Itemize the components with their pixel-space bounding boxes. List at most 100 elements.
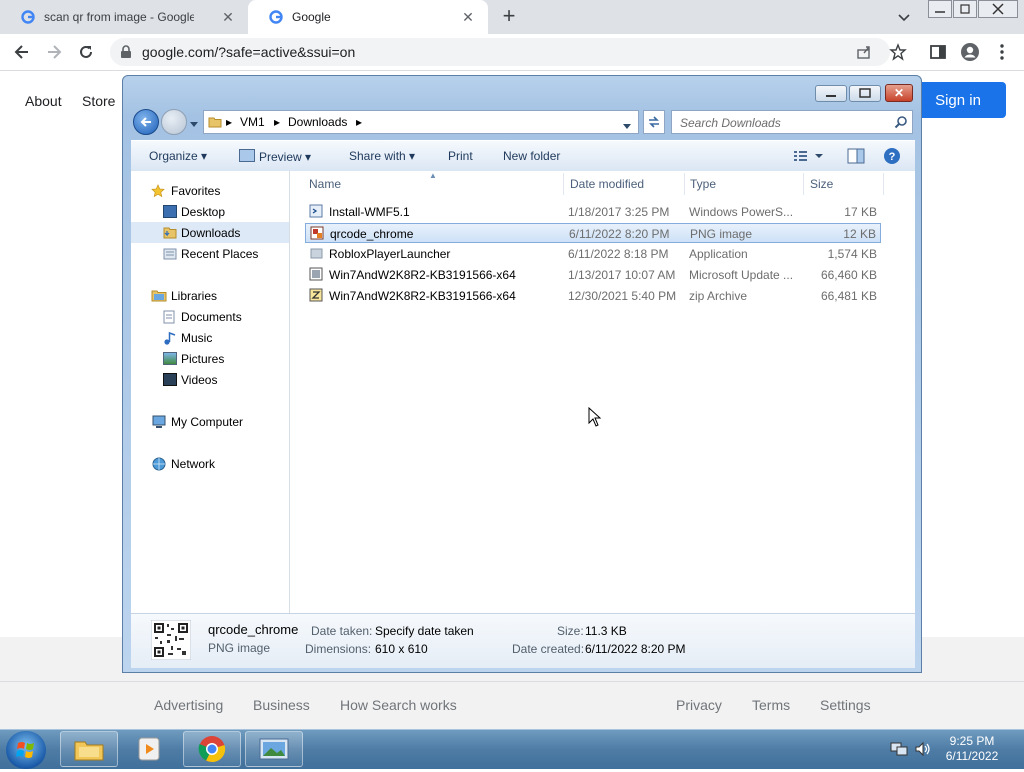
nav-libraries-label: Libraries [171,288,218,303]
profile-avatar-icon[interactable] [958,40,982,64]
breadcrumb[interactable]: ▸ VM1 ▸ Downloads ▸ [203,110,639,134]
forward-arrow-icon[interactable] [42,40,66,64]
nav-recent-places[interactable]: Recent Places [131,243,289,264]
sort-ascending-icon: ▲ [429,171,437,180]
details-date-taken-value[interactable]: Specify date taken [375,624,474,638]
column-header-type[interactable]: Type [690,177,716,191]
file-row[interactable]: Win7AndW2K8R2-KB3191566-x64 12/30/2021 5:… [305,286,881,306]
file-type: PNG image [690,227,753,241]
nav-videos[interactable]: Videos [131,369,289,390]
nav-favorites[interactable]: Favorites [131,180,289,201]
search-icon[interactable] [894,115,908,132]
file-size: 66,481 KB [820,289,877,303]
file-row[interactable]: Install-WMF5.1 1/18/2017 3:25 PM Windows P… [305,202,881,222]
windows-logo-icon [16,742,34,758]
about-link[interactable]: About [25,93,62,109]
system-clock[interactable]: 9:25 PM 6/11/2022 [942,734,1002,764]
refresh-icon[interactable] [643,110,665,134]
nav-downloads[interactable]: Downloads [131,222,289,243]
start-button[interactable] [6,731,46,769]
library-icon [151,289,167,302]
tab-search-results[interactable]: scan qr from image - Google Sea ✕ [0,0,248,34]
bookmark-star-icon[interactable] [886,40,910,64]
breadcrumb-downloads[interactable]: Downloads [288,115,347,129]
zip-icon [309,288,323,302]
file-row[interactable]: Win7AndW2K8R2-KB3191566-x64 1/13/2017 10:… [305,265,881,285]
tab-google[interactable]: Google ✕ [248,0,488,34]
menu-kebab-icon[interactable] [990,40,1014,64]
desktop-icon [163,205,177,218]
nav-pictures-label: Pictures [181,351,225,366]
nav-documents[interactable]: Documents [131,306,289,327]
forward-arrow-icon[interactable] [161,109,187,135]
preview-label: Preview [259,150,302,164]
sign-in-button[interactable]: Sign in [910,82,1006,118]
back-arrow-icon[interactable] [133,109,159,135]
breadcrumb-separator-icon[interactable]: ▸ [226,115,232,129]
browser-toolbar: google.com/?safe=active&ssui=on [0,34,1024,71]
view-options-icon[interactable] [793,149,825,166]
dialog-close-button[interactable]: ✕ [885,84,913,102]
address-dropdown-chevron-icon[interactable] [622,119,632,134]
file-row[interactable]: RobloxPlayerLauncher 6/11/2022 8:18 PM App… [305,244,881,264]
help-icon[interactable]: ? [883,147,901,168]
script-icon [309,204,323,218]
nav-pictures[interactable]: Pictures [131,348,289,369]
dialog-maximize-button[interactable] [849,85,881,102]
breadcrumb-separator-icon[interactable]: ▸ [274,115,280,129]
column-header-date-modified[interactable]: Date modified [570,177,644,191]
preview-menu[interactable]: Preview ▾ [239,149,311,164]
taskbar-chrome[interactable] [183,731,241,767]
volume-icon[interactable] [914,741,932,757]
print-button[interactable]: Print [448,149,473,163]
google-favicon-icon [268,9,284,25]
back-arrow-icon[interactable] [10,40,34,64]
footer-link-terms[interactable]: Terms [752,697,790,713]
tab-search-chevron-icon[interactable] [896,9,912,25]
nav-music[interactable]: Music [131,327,289,348]
side-panel-icon[interactable] [926,40,950,64]
breadcrumb-vm1[interactable]: VM1 [240,115,265,129]
reload-icon[interactable] [74,40,98,64]
close-tab-icon[interactable]: ✕ [220,9,236,25]
lock-icon [120,45,132,62]
close-window-button[interactable] [978,0,1018,18]
address-bar[interactable]: google.com/?safe=active&ssui=on [110,38,890,66]
nav-libraries[interactable]: Libraries [131,285,289,306]
file-row[interactable]: qrcode_chrome 6/11/2022 8:20 PM PNG image 1… [305,223,881,243]
nav-network[interactable]: Network [131,453,289,474]
column-header-name[interactable]: Name [309,177,341,191]
breadcrumb-separator-icon[interactable]: ▸ [356,115,362,129]
footer-link-settings[interactable]: Settings [820,697,871,713]
share-with-label: Share with [349,149,406,163]
store-link[interactable]: Store [82,93,115,109]
taskbar-file-explorer[interactable] [60,731,118,767]
network-tray-icon[interactable] [890,741,908,757]
column-header-size[interactable]: Size [810,177,833,191]
search-input[interactable]: Search Downloads [671,110,913,134]
footer-link-advertising[interactable]: Advertising [154,697,223,713]
dialog-minimize-button[interactable] [815,85,847,102]
restore-window-button[interactable] [953,0,977,18]
taskbar-image-viewer[interactable] [245,731,303,767]
new-folder-button[interactable]: New folder [503,149,560,163]
organize-menu[interactable]: Organize ▾ [149,149,207,163]
preview-pane-icon[interactable] [847,148,865,167]
footer-link-how-search-works[interactable]: How Search works [340,697,457,713]
close-tab-icon[interactable]: ✕ [460,9,476,25]
share-icon[interactable] [856,44,872,60]
address-url: google.com/?safe=active&ssui=on [142,44,356,60]
details-date-created-label: Date created: [512,642,585,656]
image-icon [239,149,255,162]
share-with-menu[interactable]: Share with ▾ [349,149,415,163]
minimize-window-button[interactable] [928,0,952,18]
footer-link-business[interactable]: Business [253,697,310,713]
footer-link-privacy[interactable]: Privacy [676,697,722,713]
recent-pages-chevron-icon[interactable] [189,117,199,132]
file-type: Application [689,247,748,261]
new-tab-button[interactable]: + [498,5,520,28]
nav-desktop[interactable]: Desktop [131,201,289,222]
nav-my-computer[interactable]: My Computer [131,411,289,432]
app-icon [309,246,323,260]
taskbar-media-player[interactable] [122,731,178,767]
